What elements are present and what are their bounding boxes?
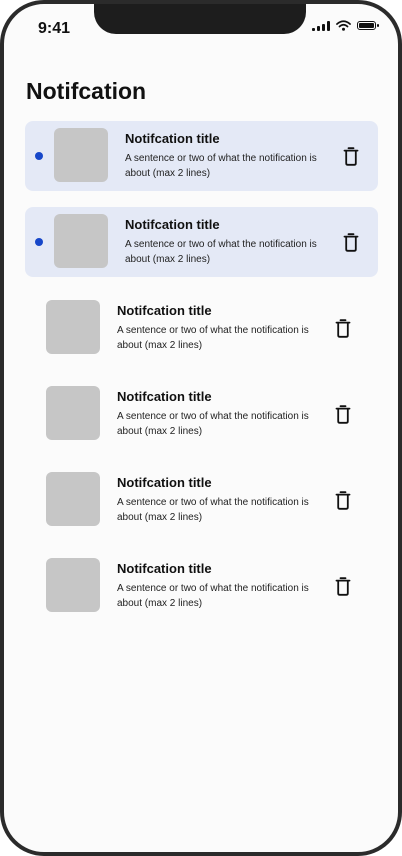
notification-item[interactable]: Notifcation title A sentence or two of wh… — [25, 121, 378, 191]
notification-title: Notifcation title — [125, 217, 220, 232]
notification-thumbnail — [46, 558, 100, 612]
notification-item[interactable]: Notifcation title A sentence or two of wh… — [25, 293, 378, 363]
trash-icon[interactable] — [335, 404, 351, 424]
battery-icon — [357, 21, 379, 30]
notification-body: A sentence or two of what the notificati… — [117, 325, 309, 351]
notification-thumbnail — [46, 300, 100, 354]
phone-frame: 9:41 Notifcation Notifcation title A sent… — [0, 0, 402, 856]
notification-body: A sentence or two of what the notificati… — [125, 239, 317, 265]
wifi-icon — [336, 20, 351, 31]
notification-title: Notifcation title — [117, 389, 212, 404]
notification-body: A sentence or two of what the notificati… — [125, 153, 317, 179]
unread-dot-icon — [35, 152, 43, 160]
cellular-signal-icon — [312, 20, 330, 31]
trash-icon[interactable] — [343, 146, 359, 166]
notification-item[interactable]: Notifcation title A sentence or two of wh… — [25, 207, 378, 277]
notification-body: A sentence or two of what the notificati… — [117, 411, 309, 437]
notification-title: Notifcation title — [125, 131, 220, 146]
status-time: 9:41 — [38, 20, 71, 37]
unread-dot-icon — [35, 238, 43, 246]
status-icons — [312, 20, 379, 31]
trash-icon[interactable] — [335, 576, 351, 596]
page-title: Notifcation — [26, 78, 147, 104]
notification-item[interactable]: Notifcation title A sentence or two of wh… — [25, 465, 378, 535]
notification-thumbnail — [54, 128, 108, 182]
notification-body: A sentence or two of what the notificati… — [117, 583, 309, 609]
notification-title: Notifcation title — [117, 475, 212, 490]
trash-icon[interactable] — [343, 232, 359, 252]
notification-title: Notifcation title — [117, 561, 212, 576]
notification-body: A sentence or two of what the notificati… — [117, 497, 309, 523]
notch — [94, 4, 306, 34]
notification-title: Notifcation title — [117, 303, 212, 318]
trash-icon[interactable] — [335, 490, 351, 510]
notification-item[interactable]: Notifcation title A sentence or two of wh… — [25, 379, 378, 449]
trash-icon[interactable] — [335, 318, 351, 338]
notification-thumbnail — [46, 472, 100, 526]
notification-thumbnail — [54, 214, 108, 268]
notification-thumbnail — [46, 386, 100, 440]
notification-item[interactable]: Notifcation title A sentence or two of wh… — [25, 551, 378, 621]
